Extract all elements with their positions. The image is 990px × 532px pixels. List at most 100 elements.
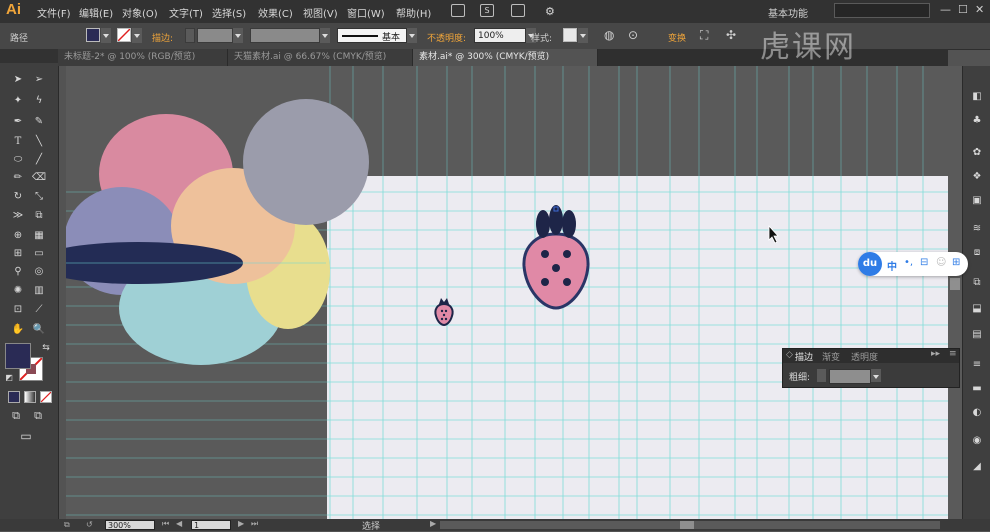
vertical-scrollbar[interactable] xyxy=(948,66,962,521)
symbol-sprayer-tool-icon[interactable]: ✺ xyxy=(10,284,26,298)
type-tool-icon[interactable]: T xyxy=(10,135,26,149)
baidu-logo[interactable]: du xyxy=(858,252,882,276)
image-trace-panel-icon[interactable]: ◢ xyxy=(969,460,985,474)
stock-icon[interactable]: S xyxy=(480,4,494,17)
brush-definition-field[interactable]: 基本 xyxy=(337,28,407,43)
panel-expand-icon[interactable]: ▸▸ xyxy=(931,349,940,359)
draw-mode-alt-icon[interactable]: ⧉ xyxy=(30,409,46,423)
menu-object[interactable]: 对象(O) xyxy=(122,5,158,20)
stroke-dropdown[interactable] xyxy=(132,28,142,43)
transparency-panel-icon[interactable]: ◐ xyxy=(969,406,985,420)
variable-width-dropdown[interactable] xyxy=(320,28,330,43)
tab-gradient[interactable]: 渐变 xyxy=(822,350,840,363)
fill-dropdown[interactable] xyxy=(101,28,111,43)
none-mode-icon[interactable] xyxy=(40,391,52,403)
pencil-tool-icon[interactable]: ✏ xyxy=(10,171,26,185)
artboard-number-field[interactable]: 1 xyxy=(191,520,231,530)
line-tool-icon[interactable]: ╲ xyxy=(31,135,47,149)
tab-assets-active[interactable]: 素材.ai* @ 300% (CMYK/预览) xyxy=(413,49,598,66)
lasso-tool-icon[interactable]: ϟ xyxy=(31,94,47,108)
tab-transparency[interactable]: 透明度 xyxy=(851,350,878,363)
column-graph-tool-icon[interactable]: ▥ xyxy=(31,284,47,298)
menu-view[interactable]: 视图(V) xyxy=(303,5,338,20)
status-menu-icon[interactable]: ▶ xyxy=(430,519,436,528)
vertical-scroll-thumb[interactable] xyxy=(950,278,960,290)
brushes-panel-icon[interactable]: ✿ xyxy=(969,146,985,160)
menu-window[interactable]: 窗口(W) xyxy=(347,5,385,20)
free-transform-tool-icon[interactable]: ⧉ xyxy=(31,209,47,223)
weight-field[interactable] xyxy=(829,369,871,384)
screen-mode-icon[interactable]: ▭ xyxy=(18,429,34,443)
gradient-tool-icon[interactable]: ▭ xyxy=(31,247,47,261)
menu-help[interactable]: 帮助(H) xyxy=(396,5,431,20)
default-colors-icon[interactable]: ◩ xyxy=(1,371,17,385)
gradient-mode-icon[interactable] xyxy=(24,391,36,403)
transform-panel-icon[interactable]: ▤ xyxy=(969,328,985,342)
graphic-style-swatch[interactable] xyxy=(563,28,577,42)
menu-effect[interactable]: 效果(C) xyxy=(258,5,293,20)
curvature-tool-icon[interactable]: ✎ xyxy=(31,115,47,129)
pen-tool-icon[interactable]: ✒ xyxy=(10,115,26,129)
variable-width-field[interactable] xyxy=(250,28,320,43)
small-strawberry[interactable] xyxy=(434,298,454,327)
tab-tmall-assets[interactable]: 天猫素材.ai @ 66.67% (CMYK/预览) xyxy=(228,49,413,66)
close-button[interactable]: ✕ xyxy=(975,3,984,16)
stroke-panel-icon[interactable]: ≡ xyxy=(969,358,985,372)
direct-selection-tool-icon[interactable]: ➢ xyxy=(31,73,47,87)
large-strawberry[interactable] xyxy=(522,205,590,310)
asset-export-panel-icon[interactable]: ⬓ xyxy=(969,302,985,316)
swap-colors-icon[interactable]: ⇆ xyxy=(38,341,54,355)
fill-color-box[interactable] xyxy=(5,343,31,369)
workspace-switcher[interactable]: 基本功能 xyxy=(768,5,808,20)
selection-tool-icon[interactable]: ➤ xyxy=(10,73,26,87)
isolate-icon[interactable]: ⛶ xyxy=(700,28,708,43)
gray-circle[interactable] xyxy=(243,99,369,225)
prev-artboard-icon[interactable]: ◀ xyxy=(176,519,182,528)
artboards-panel-icon[interactable]: ⧈ xyxy=(969,246,985,260)
person-icon[interactable]: ☺ xyxy=(936,257,946,268)
eyedropper-tool-icon[interactable]: ⚲ xyxy=(10,265,26,279)
stroke-label[interactable]: 描边: xyxy=(152,31,173,44)
zoom-tool-icon[interactable]: 🔍 xyxy=(31,323,47,337)
symbols-panel-icon[interactable]: ❖ xyxy=(969,170,985,184)
transform-link[interactable]: 变换 xyxy=(668,31,686,44)
draw-mode-icon[interactable]: ⧉ xyxy=(8,409,24,423)
grid-icon[interactable]: ⊞ xyxy=(952,257,960,268)
recolor-icon[interactable]: ◍ xyxy=(604,28,614,42)
ellipse-tool-icon[interactable]: ⬭ xyxy=(10,153,26,167)
panel-menu-icon[interactable]: ≡ xyxy=(949,349,957,359)
first-artboard-icon[interactable]: ⏮ xyxy=(162,519,169,529)
graphic-styles-panel-icon[interactable]: ▣ xyxy=(969,194,985,208)
hand-tool-icon[interactable]: ✋ xyxy=(10,323,26,337)
gradient-panel-icon[interactable]: ▬ xyxy=(969,382,985,396)
rotate-view-icon[interactable]: ↺ xyxy=(86,520,93,529)
blend-tool-icon[interactable]: ◎ xyxy=(31,265,47,279)
opacity-label[interactable]: 不透明度: xyxy=(427,31,466,44)
arrange-icon[interactable] xyxy=(511,4,525,17)
tab-stroke[interactable]: 描边 xyxy=(795,350,813,363)
scale-tool-icon[interactable]: ⤡ xyxy=(31,190,47,204)
stroke-weight-dropdown[interactable] xyxy=(233,28,243,43)
stroke-swatch[interactable] xyxy=(117,28,131,42)
width-tool-icon[interactable]: ≫ xyxy=(10,209,26,223)
rotate-tool-icon[interactable]: ↻ xyxy=(10,190,26,204)
brush-dropdown[interactable] xyxy=(407,28,417,43)
horizontal-scrollbar[interactable] xyxy=(440,521,940,529)
links-panel-icon[interactable]: ⧉ xyxy=(969,276,985,290)
color-mode-icon[interactable] xyxy=(8,391,20,403)
color-panel-icon[interactable]: ◧ xyxy=(969,90,985,104)
slice-tool-icon[interactable]: ⟋ xyxy=(31,303,47,317)
perspective-tool-icon[interactable]: ▦ xyxy=(31,229,47,243)
menu-file[interactable]: 文件(F) xyxy=(37,5,71,20)
next-artboard-icon[interactable]: ▶ xyxy=(238,519,244,528)
eraser-tool-icon[interactable]: ⌫ xyxy=(31,171,47,185)
shape-builder-tool-icon[interactable]: ⊕ xyxy=(10,229,26,243)
menu-edit[interactable]: 编辑(E) xyxy=(79,5,113,20)
mesh-tool-icon[interactable]: ⊞ xyxy=(10,247,26,261)
weight-dropdown[interactable] xyxy=(871,369,881,382)
panel-collapse-icon[interactable]: ◇ xyxy=(786,350,793,360)
menu-select[interactable]: 选择(S) xyxy=(212,5,246,20)
bag-icon[interactable]: ⊟ xyxy=(920,257,928,268)
stroke-weight-field[interactable] xyxy=(197,28,233,43)
menu-type[interactable]: 文字(T) xyxy=(169,5,203,20)
